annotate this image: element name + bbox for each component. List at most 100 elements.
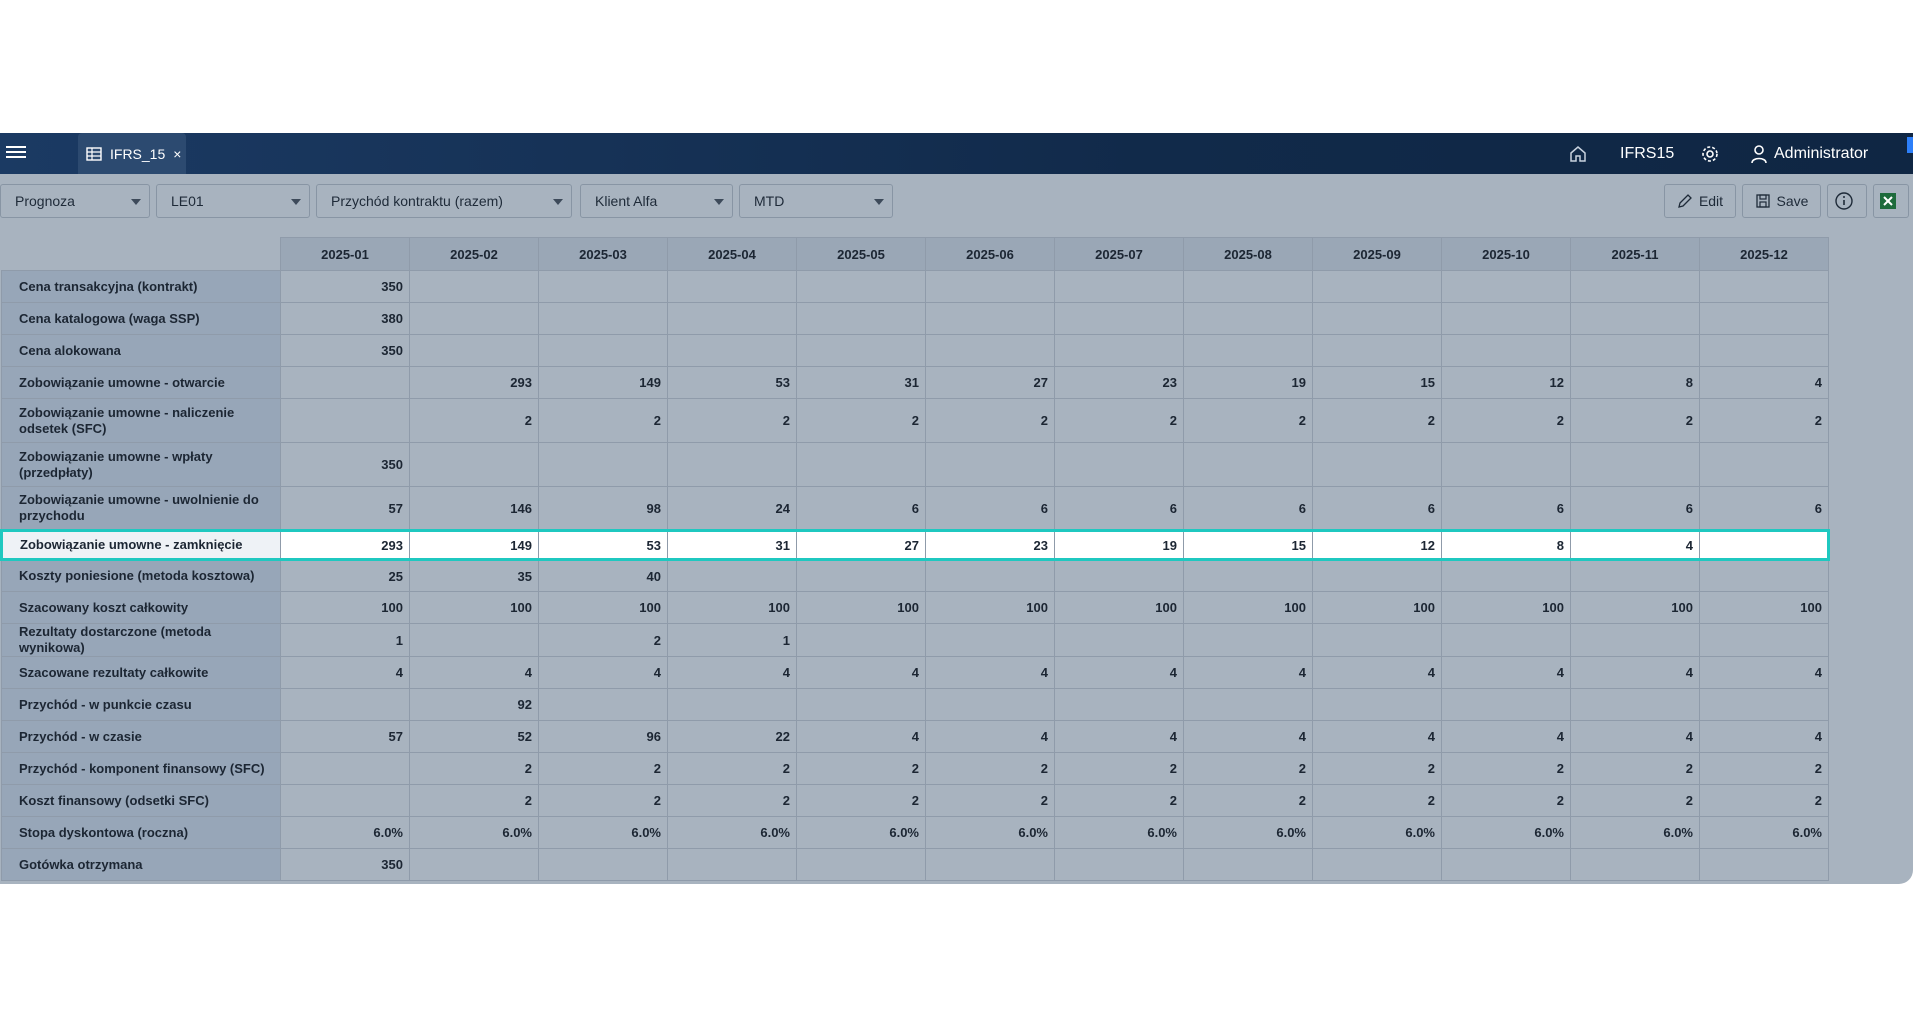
value-cell[interactable] <box>1054 559 1184 592</box>
value-cell[interactable]: 22 <box>667 720 797 753</box>
table-row[interactable]: Cena alokowana 350 <box>1 334 1829 367</box>
value-cell[interactable]: 2 <box>667 398 797 443</box>
value-cell[interactable] <box>1441 442 1571 487</box>
column-header[interactable]: 2025-01 <box>280 237 410 271</box>
customer-dropdown[interactable]: Klient Alfa <box>580 184 733 218</box>
value-cell[interactable] <box>280 688 410 721</box>
value-cell[interactable]: 100 <box>796 591 926 624</box>
value-cell[interactable]: 52 <box>409 720 539 753</box>
value-cell[interactable] <box>667 442 797 487</box>
value-cell[interactable]: 100 <box>280 591 410 624</box>
table-row[interactable]: Szacowane rezultaty całkowite 4 4 4 4 4 4 4 4 4 4 4… <box>1 656 1829 689</box>
value-cell[interactable]: 4 <box>1570 720 1700 753</box>
value-cell[interactable] <box>925 848 1055 881</box>
value-cell[interactable]: 2 <box>1054 752 1184 785</box>
value-cell[interactable]: 350 <box>280 270 410 303</box>
column-header[interactable]: 2025-08 <box>1183 237 1313 271</box>
value-cell[interactable] <box>1312 623 1442 657</box>
value-cell[interactable]: 6 <box>1699 486 1829 531</box>
value-cell[interactable]: 6.0% <box>1570 816 1700 849</box>
value-cell[interactable]: 2 <box>925 398 1055 443</box>
tab-ifrs15[interactable]: IFRS_15 × <box>78 133 186 174</box>
value-cell[interactable]: 2 <box>1441 398 1571 443</box>
value-cell[interactable]: 53 <box>667 366 797 399</box>
home-icon[interactable] <box>1568 133 1590 174</box>
value-cell[interactable] <box>1699 848 1829 881</box>
column-header[interactable]: 2025-04 <box>667 237 797 271</box>
value-cell[interactable]: 100 <box>1699 591 1829 624</box>
value-cell[interactable]: 23 <box>925 529 1055 561</box>
value-cell[interactable]: 15 <box>1312 366 1442 399</box>
value-cell[interactable] <box>1054 623 1184 657</box>
value-cell[interactable] <box>796 334 926 367</box>
table-row[interactable]: Gotówka otrzymana 350 <box>1 848 1829 881</box>
value-cell[interactable]: 2 <box>1312 752 1442 785</box>
column-header[interactable]: 2025-09 <box>1312 237 1442 271</box>
value-cell[interactable]: 2 <box>538 784 668 817</box>
value-cell[interactable]: 2 <box>1570 752 1700 785</box>
value-cell[interactable]: 2 <box>538 398 668 443</box>
value-cell[interactable]: 2 <box>925 784 1055 817</box>
table-row[interactable]: Cena katalogowa (waga SSP) 380 <box>1 302 1829 335</box>
column-header[interactable]: 2025-11 <box>1570 237 1700 271</box>
value-cell[interactable]: 2 <box>1183 752 1313 785</box>
value-cell[interactable]: 96 <box>538 720 668 753</box>
value-cell[interactable] <box>1054 334 1184 367</box>
value-cell[interactable] <box>667 559 797 592</box>
value-cell[interactable] <box>280 784 410 817</box>
value-cell[interactable]: 15 <box>1183 529 1313 561</box>
value-cell[interactable]: 4 <box>925 720 1055 753</box>
value-cell[interactable]: 2 <box>667 752 797 785</box>
value-cell[interactable]: 4 <box>925 656 1055 689</box>
value-cell[interactable]: 2 <box>1699 398 1829 443</box>
value-cell[interactable] <box>1054 302 1184 335</box>
value-cell[interactable]: 23 <box>1054 366 1184 399</box>
value-cell[interactable]: 350 <box>280 848 410 881</box>
value-cell[interactable]: 6 <box>925 486 1055 531</box>
value-cell[interactable]: 1 <box>667 623 797 657</box>
value-cell[interactable] <box>1570 334 1700 367</box>
value-cell[interactable]: 4 <box>1312 720 1442 753</box>
value-cell[interactable] <box>1699 442 1829 487</box>
value-cell[interactable]: 4 <box>1570 656 1700 689</box>
value-cell[interactable] <box>1054 270 1184 303</box>
value-cell[interactable]: 31 <box>796 366 926 399</box>
value-cell[interactable] <box>280 752 410 785</box>
value-cell[interactable]: 31 <box>667 529 797 561</box>
value-cell[interactable] <box>280 366 410 399</box>
value-cell[interactable]: 4 <box>280 656 410 689</box>
value-cell[interactable]: 2 <box>1054 398 1184 443</box>
value-cell[interactable]: 4 <box>796 656 926 689</box>
value-cell[interactable] <box>1312 848 1442 881</box>
value-cell[interactable] <box>1699 270 1829 303</box>
value-cell[interactable] <box>1441 559 1571 592</box>
value-cell[interactable]: 4 <box>1570 529 1700 561</box>
value-cell[interactable] <box>1570 270 1700 303</box>
table-row[interactable]: Zobowiązanie umowne - otwarcie 293 149 53 31… <box>1 366 1829 399</box>
value-cell[interactable]: 25 <box>280 559 410 592</box>
value-cell[interactable]: 2 <box>796 398 926 443</box>
value-cell[interactable]: 2 <box>538 752 668 785</box>
column-header[interactable]: 2025-03 <box>538 237 668 271</box>
value-cell[interactable]: 6 <box>1570 486 1700 531</box>
value-cell[interactable]: 293 <box>280 529 410 561</box>
value-cell[interactable] <box>1183 848 1313 881</box>
column-header[interactable]: 2025-06 <box>925 237 1055 271</box>
value-cell[interactable] <box>667 848 797 881</box>
value-cell[interactable]: 100 <box>925 591 1055 624</box>
value-cell[interactable]: 6.0% <box>538 816 668 849</box>
value-cell[interactable] <box>1441 270 1571 303</box>
value-cell[interactable]: 4 <box>1441 656 1571 689</box>
value-cell[interactable]: 2 <box>1312 398 1442 443</box>
value-cell[interactable] <box>1570 688 1700 721</box>
value-cell[interactable]: 24 <box>667 486 797 531</box>
value-cell[interactable] <box>1699 623 1829 657</box>
value-cell[interactable] <box>1183 442 1313 487</box>
value-cell[interactable] <box>409 302 539 335</box>
value-cell[interactable]: 100 <box>1183 591 1313 624</box>
value-cell[interactable] <box>1699 302 1829 335</box>
value-cell[interactable]: 2 <box>409 752 539 785</box>
value-cell[interactable]: 100 <box>409 591 539 624</box>
value-cell[interactable] <box>925 334 1055 367</box>
value-cell[interactable] <box>796 270 926 303</box>
